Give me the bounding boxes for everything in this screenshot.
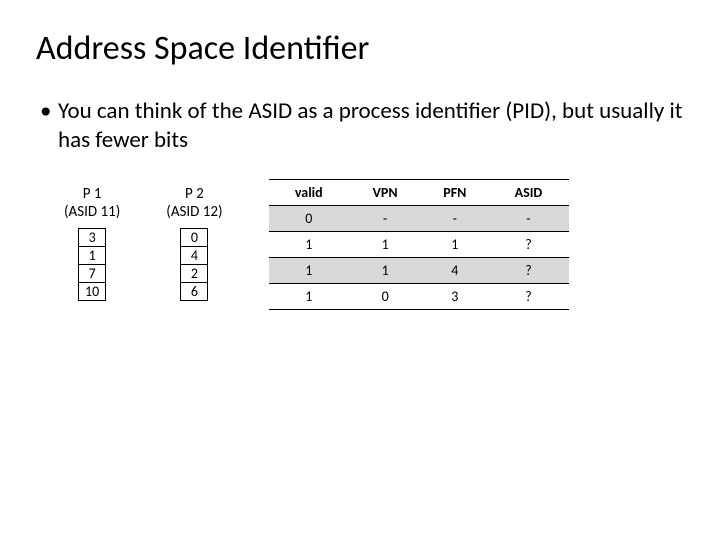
cell-pfn: - [421, 205, 488, 231]
table-row: 1 0 3 ? [269, 283, 569, 309]
cell-pfn: 3 [421, 283, 488, 309]
cell-pfn: 1 [421, 231, 488, 257]
process-name: P 1 [83, 185, 102, 203]
process-column-p1: P 1 (ASID 11) 3 1 7 10 [64, 185, 120, 302]
cell-vpn: 1 [349, 257, 421, 283]
cells: 3 1 7 10 [78, 228, 106, 301]
cell-valid: 1 [269, 283, 349, 309]
cell: 1 [78, 246, 106, 265]
cell-asid: ? [488, 231, 568, 257]
cell-vpn: 1 [349, 231, 421, 257]
process-column-p2: P 2 (ASID 12) 0 4 2 6 [166, 185, 222, 302]
process-label: P 2 (ASID 12) [166, 185, 222, 223]
cells: 0 4 2 6 [180, 228, 208, 301]
process-asid: (ASID 12) [166, 203, 222, 221]
table-header-row: valid VPN PFN ASID [269, 179, 569, 205]
cell: 4 [180, 246, 208, 265]
col-pfn: PFN [421, 179, 488, 205]
table-row: 1 1 1 ? [269, 231, 569, 257]
col-valid: valid [269, 179, 349, 205]
cell-asid: ? [488, 283, 568, 309]
table-row: 0 - - - [269, 205, 569, 231]
tlb-table: valid VPN PFN ASID 0 - - - 1 1 1 ? [269, 179, 569, 310]
cell-asid: - [488, 205, 568, 231]
col-asid: ASID [488, 179, 568, 205]
cell-vpn: - [349, 205, 421, 231]
cell: 3 [78, 228, 106, 247]
cell-valid: 0 [269, 205, 349, 231]
content-row: P 1 (ASID 11) 3 1 7 10 P 2 (ASID 12) 0 4… [36, 185, 684, 310]
cell-valid: 1 [269, 231, 349, 257]
cell-vpn: 0 [349, 283, 421, 309]
cell-pfn: 4 [421, 257, 488, 283]
cell: 7 [78, 264, 106, 283]
process-asid: (ASID 11) [64, 203, 120, 221]
cell-valid: 1 [269, 257, 349, 283]
slide: Address Space Identifier You can think o… [0, 0, 720, 540]
cell: 10 [78, 282, 106, 301]
bullet-text: You can think of the ASID as a process i… [36, 97, 684, 155]
cell: 2 [180, 264, 208, 283]
col-vpn: VPN [349, 179, 421, 205]
cell: 6 [180, 282, 208, 301]
process-label: P 1 (ASID 11) [64, 185, 120, 223]
cell: 0 [180, 228, 208, 247]
table-row: 1 1 4 ? [269, 257, 569, 283]
cell-asid: ? [488, 257, 568, 283]
process-name: P 2 [185, 185, 204, 203]
page-title: Address Space Identifier [36, 28, 684, 69]
